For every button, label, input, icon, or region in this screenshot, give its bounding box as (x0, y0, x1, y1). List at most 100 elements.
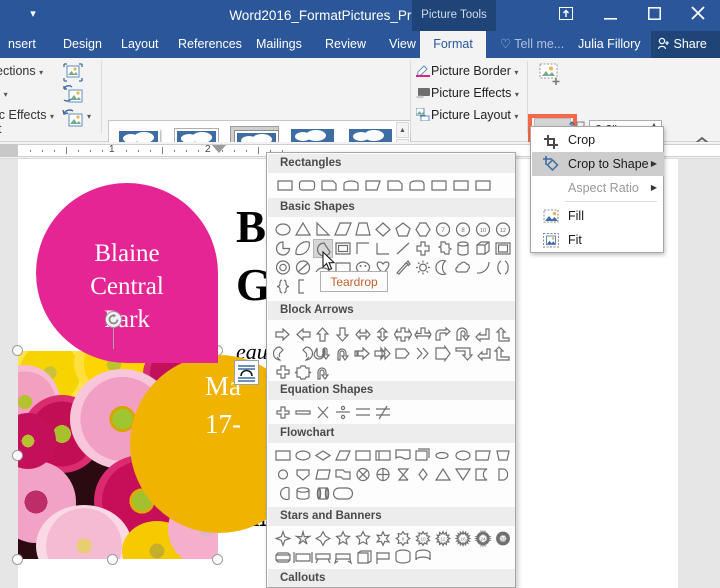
shape-flowchart-r1-3[interactable] (313, 446, 333, 465)
menu-item-aspect-ratio[interactable]: Aspect Ratio ▶ (532, 176, 664, 200)
shape-basic-r4-2[interactable] (293, 277, 313, 296)
shape-arrow-r3-3[interactable] (313, 363, 333, 382)
shape-arrow-r2-9[interactable] (433, 344, 453, 363)
shape-basic-r2-2[interactable] (293, 239, 313, 258)
shape-arrow-r1-7[interactable] (393, 325, 413, 344)
shape-basic-r3-9[interactable] (433, 258, 453, 277)
tab-view[interactable]: View (381, 31, 424, 58)
shape-flowchart-r3-2[interactable] (293, 484, 313, 503)
shape-basic-r2-7[interactable] (393, 239, 413, 258)
shape-basic-r4-1[interactable] (273, 277, 293, 296)
shape-flowchart-r2-12[interactable] (493, 465, 513, 484)
resize-handle[interactable] (12, 450, 23, 461)
shape-flowchart-r2-9[interactable] (433, 465, 453, 484)
account-name[interactable]: Julia Fillory (570, 31, 649, 58)
shape-flowchart-r1-1[interactable] (273, 446, 293, 465)
shape-star-5[interactable] (353, 529, 373, 548)
shape-arrow-r2-10[interactable] (453, 344, 473, 363)
shape-banner-8[interactable] (413, 548, 433, 567)
shape-star-2[interactable] (293, 529, 313, 548)
shape-flowchart-r1-6[interactable] (373, 446, 393, 465)
shape-arrow-r1-8[interactable] (413, 325, 433, 344)
shape-flowchart-r2-4[interactable] (333, 465, 353, 484)
reset-picture-icon[interactable] (62, 108, 84, 129)
shape-flowchart-r2-3[interactable] (313, 465, 333, 484)
shape-flowchart-r1-4[interactable] (333, 446, 353, 465)
shape-arrow-r1-11[interactable] (473, 325, 493, 344)
shape-banner-6[interactable] (373, 548, 393, 567)
shape-flowchart-r1-7[interactable] (393, 446, 413, 465)
tell-me-box[interactable]: ♡Tell me... (492, 31, 572, 58)
position-icon[interactable] (537, 62, 567, 88)
shape-flowchart-r1-11[interactable] (473, 446, 493, 465)
resize-handle[interactable] (107, 554, 118, 565)
shape-basic-r2-12[interactable] (493, 239, 513, 258)
shape-arrow-r2-3[interactable] (313, 344, 333, 363)
shape-basic-r3-2[interactable] (293, 258, 313, 277)
shape-basic-r3-10[interactable] (453, 258, 473, 277)
shape-basic-r2-9[interactable] (433, 239, 453, 258)
shape-flowchart-r2-5[interactable] (353, 465, 373, 484)
menu-item-fill[interactable]: Fill (532, 204, 664, 228)
shape-flowchart-r2-10[interactable] (453, 465, 473, 484)
shape-arrow-r2-1[interactable] (273, 344, 293, 363)
shape-basic-r2-5[interactable] (353, 239, 373, 258)
shape-rectangle-4[interactable] (341, 176, 361, 195)
tab-mailings[interactable]: Mailings (248, 31, 310, 58)
shape-arrow-r1-3[interactable] (313, 325, 333, 344)
shape-basic-r1-9[interactable]: 7 (433, 220, 453, 239)
shape-arrow-r1-6[interactable] (373, 325, 393, 344)
tab-review[interactable]: Review (317, 31, 374, 58)
shape-basic-r1-2[interactable] (293, 220, 313, 239)
crop-dropdown-menu[interactable]: Crop Crop to Shape ▶ Aspect Ratio ▶ Fill… (530, 126, 664, 253)
picture-layout-button[interactable]: Picture Layout ▾ (416, 108, 518, 127)
picture-border-button[interactable]: Picture Border ▾ (416, 64, 518, 83)
shape-arrow-r1-12[interactable] (493, 325, 513, 344)
shape-flowchart-r2-1[interactable] (273, 465, 293, 484)
shape-star-1[interactable] (273, 529, 293, 548)
shape-basic-r3-1[interactable] (273, 258, 293, 277)
shape-basic-r2-10[interactable] (453, 239, 473, 258)
shape-basic-r1-1[interactable] (273, 220, 293, 239)
shape-arrow-r2-4[interactable] (333, 344, 353, 363)
reset-picture-dropdown[interactable]: ▾ (87, 112, 91, 121)
shape-flowchart-r2-2[interactable] (293, 465, 313, 484)
shape-equation-3[interactable] (313, 403, 333, 422)
shape-equation-2[interactable] (293, 403, 313, 422)
tab-insert[interactable]: nsert (0, 31, 44, 58)
shape-flowchart-r1-9[interactable] (433, 446, 453, 465)
shape-basic-r1-3[interactable] (313, 220, 333, 239)
shape-rectangle-2[interactable] (297, 176, 317, 195)
maximize-icon[interactable] (632, 0, 676, 31)
shape-flowchart-r2-8[interactable] (413, 465, 433, 484)
shape-flowchart-r1-2[interactable] (293, 446, 313, 465)
shape-flowchart-r3-3[interactable] (313, 484, 333, 503)
shape-basic-r1-8[interactable] (413, 220, 433, 239)
shape-basic-r2-11[interactable] (473, 239, 493, 258)
layout-options-icon[interactable] (234, 360, 259, 385)
shape-rectangle-9[interactable] (451, 176, 471, 195)
shape-flowchart-r1-8[interactable] (413, 446, 433, 465)
minimize-icon[interactable] (588, 0, 632, 31)
shape-rectangle-3[interactable] (319, 176, 339, 195)
right-indent-marker[interactable] (212, 145, 226, 153)
shape-flowchart-r1-12[interactable] (493, 446, 513, 465)
ribbon-display-options-icon[interactable] (544, 0, 588, 31)
shape-arrow-r3-1[interactable] (273, 363, 293, 382)
shape-star-16-point[interactable]: 16 (453, 529, 473, 548)
shape-basic-r2-6[interactable] (373, 239, 393, 258)
tab-references[interactable]: References (170, 31, 250, 58)
menu-item-fit[interactable]: Fit (532, 228, 664, 252)
shape-rectangle-10[interactable] (473, 176, 493, 195)
shape-basic-r1-4[interactable] (333, 220, 353, 239)
shape-flowchart-r1-5[interactable] (353, 446, 373, 465)
shape-basic-r1-10[interactable]: 8 (453, 220, 473, 239)
shape-rectangle-1[interactable] (275, 176, 295, 195)
shape-flowchart-r2-6[interactable] (373, 465, 393, 484)
shape-star-3[interactable] (313, 529, 333, 548)
shape-banner-1[interactable] (273, 548, 293, 567)
shape-basic-r1-11[interactable]: 10 (473, 220, 493, 239)
shape-basic-r3-11[interactable] (473, 258, 493, 277)
shape-basic-r2-1[interactable] (273, 239, 293, 258)
shape-star-10-point[interactable]: 10 (413, 529, 433, 548)
